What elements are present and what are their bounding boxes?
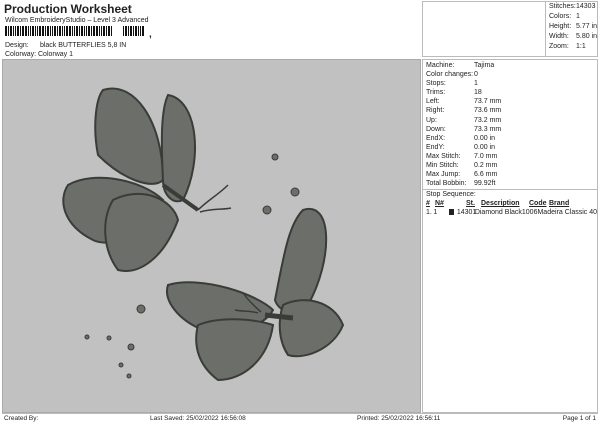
detail-label: Down: [426,125,446,133]
butterfly-top [62,87,232,272]
barcode [5,26,185,36]
stop-sequence-row: 1. 1 14301 Diamond Black 1006 Madeira Cl… [426,209,597,217]
detail-label: EndY: [426,143,445,151]
page-number: Page 1 of 1 [562,415,596,422]
design-stats: Stitches:14303 Colors: 1 Height: 5.77 in W… [545,1,598,57]
stop-sequence-header: # N# St. Description Code Brand [426,200,570,208]
detail-row: EndY: 0.00 in [426,143,597,152]
design-label: Design: [5,42,29,49]
detail-label: Color changes: [426,71,474,79]
detail-label: Left: [426,98,440,106]
detail-label: Up: [426,116,437,124]
detail-label: Total Bobbin: [426,180,467,188]
detail-label: Right: [426,107,445,115]
color-swatch [448,209,454,216]
colorway-label: Colorway: [5,51,37,58]
detail-label: Stops: [426,80,446,88]
design-value: black BUTTERFLIES 5,8 IN [39,42,127,49]
detail-label: EndX: [426,134,446,142]
detail-row: Max Jump: 6.6 mm [426,170,597,179]
detail-row: Trims: 18 [426,88,597,97]
butterflies-artwork [62,87,345,382]
detail-value: 0.00 in [474,143,496,151]
detail-value: 73.2 mm [474,116,502,124]
detail-row: Left: 73.7 mm [426,97,597,106]
detail-label: Max Jump: [426,171,461,179]
stop-sequence: Stop Sequence: # N# St. Description Code… [423,189,597,217]
detail-value: 0.2 mm [474,162,498,170]
detail-row: Total Bobbin: 99.92ft [426,179,597,188]
stop-sequence-title: Stop Sequence: [426,191,476,199]
detail-value: 0 [474,71,478,79]
footer: Created By: Last Saved: 25/02/2022 16:56… [2,413,598,423]
colorway-row: Colorway: Colorway 1 [5,51,73,58]
colorway-value: Colorway 1 [38,51,74,58]
detail-label: Min Stitch: [426,162,459,170]
detail-label: Machine: [426,62,455,69]
stat-row: Zoom: 1:1 [549,43,586,50]
printed-date: Printed: 25/02/2022 16:56:11 [357,415,441,422]
detail-value: 99.92ft [474,180,496,188]
barcode-suffix: , [149,29,152,40]
detail-row: Machine: Tajima [426,61,597,70]
page-title: Production Worksheet [4,2,132,16]
last-saved: Last Saved: 25/02/2022 16:56:08 [150,415,246,422]
detail-value: 73.3 mm [474,125,502,133]
detail-row: Stops: 1 [426,79,597,88]
butterfly-bottom [166,207,345,382]
detail-label: Trims: [426,89,446,97]
design-preview [2,59,421,413]
detail-value: 7.0 mm [474,152,498,160]
detail-row: Color changes:0 [426,70,597,79]
created-by: Created By: [4,415,39,422]
stat-row: Width: 5.80 in [549,33,598,40]
detail-value: 73.7 mm [474,98,502,106]
detail-value: 0.00 in [474,134,496,142]
design-row: Design: black BUTTERFLIES 5,8 IN [5,42,126,49]
detail-value: 6.6 mm [474,171,498,179]
stat-row: Stitches:14303 [549,3,596,10]
detail-value: 1 [474,80,478,88]
stat-row: Colors: 1 [549,13,580,20]
detail-row: Min Stitch: 0.2 mm [426,161,597,170]
detail-value: 18 [474,89,482,97]
detail-row: Right: 73.6 mm [426,106,597,115]
detail-row: EndX: 0.00 in [426,134,597,143]
detail-row: Max Stitch: 7.0 mm [426,152,597,161]
detail-row: Up: 73.2 mm [426,116,597,125]
worksheet-header: Production Worksheet Wilcom EmbroiderySt… [2,1,422,59]
detail-value: 73.6 mm [474,107,502,115]
detail-label: Max Stitch: [426,152,461,160]
design-details-panel: Machine: Tajima Color changes:0 Stops: 1 Trim… [422,59,598,413]
detail-row: Down: 73.3 mm [426,125,597,134]
software-name: Wilcom EmbroideryStudio – Level 3 Advanc… [5,17,149,24]
detail-value: Tajima [474,62,495,69]
stat-row: Height: 5.77 in [549,23,598,30]
